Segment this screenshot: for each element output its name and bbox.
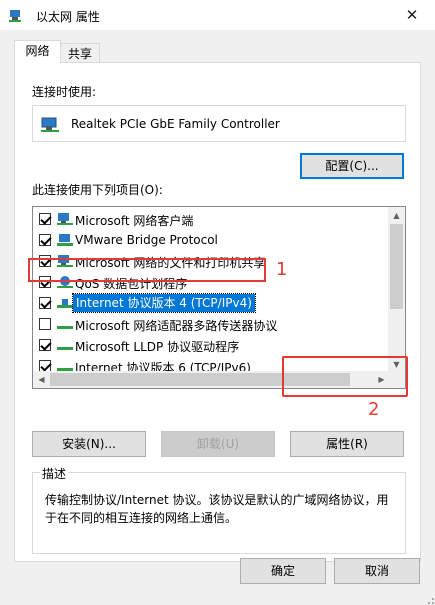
description-title: 描述 [40, 465, 69, 482]
list-item[interactable]: Microsoft 网络适配器多路传送器协议 [33, 314, 383, 335]
items-label: 此连接使用下列项目(O): [32, 183, 163, 197]
item-label: Internet 协议版本 4 (TCP/IPv4) [72, 293, 256, 313]
vertical-scrollbar[interactable]: ▲ ▼ [388, 207, 405, 373]
protocol-icon [57, 326, 73, 329]
annotation-highlight-2 [282, 356, 408, 397]
network-client-icon [57, 213, 73, 225]
connect-using-label: 连接时使用: [32, 85, 97, 99]
configure-button[interactable]: 配置(C)... [300, 153, 404, 179]
vertical-scroll-thumb[interactable] [390, 224, 403, 309]
annotation-number-2: 2 [368, 399, 380, 420]
list-item[interactable]: VMware Bridge Protocol [33, 230, 383, 251]
protocol-icon [57, 234, 73, 246]
protocol-icon [57, 347, 73, 350]
title-bar: 以太网 属性 ✕ [0, 0, 435, 31]
tab-share[interactable]: 共享 [60, 43, 100, 64]
network-adapter-icon [41, 117, 59, 132]
item-label: VMware Bridge Protocol [75, 233, 218, 247]
ok-button[interactable]: 确定 [240, 558, 326, 584]
description-text: 传输控制协议/Internet 协议。该协议是默认的广域网络协议，用于在不同的相… [45, 493, 389, 525]
scroll-up-icon[interactable]: ▲ [388, 207, 405, 224]
item-label: Microsoft 网络客户端 [75, 214, 194, 228]
protocol-icon [57, 299, 73, 308]
item-checkbox[interactable] [39, 297, 51, 309]
network-adapter-icon [9, 10, 21, 22]
properties-button[interactable]: 属性(R) [290, 431, 404, 457]
tab-network[interactable]: 网络 [14, 40, 61, 63]
item-checkbox[interactable] [39, 339, 51, 351]
annotation-highlight-1 [28, 258, 266, 282]
item-checkbox[interactable] [39, 234, 51, 246]
item-checkbox[interactable] [39, 213, 51, 225]
list-item[interactable]: Microsoft LLDP 协议驱动程序 [33, 335, 383, 356]
item-checkbox[interactable] [39, 318, 51, 330]
close-button[interactable]: ✕ [389, 0, 435, 31]
scroll-left-icon[interactable]: ◀ [33, 371, 50, 388]
adapter-name: Realtek PCIe GbE Family Controller [71, 117, 280, 131]
window-title: 以太网 属性 [36, 10, 100, 24]
list-item[interactable]: Microsoft 网络客户端 [33, 209, 383, 230]
annotation-number-1: 1 [276, 259, 288, 280]
item-label: Microsoft LLDP 协议驱动程序 [75, 340, 240, 354]
adapter-field: Realtek PCIe GbE Family Controller [32, 105, 406, 142]
item-label: Microsoft 网络适配器多路传送器协议 [75, 319, 278, 333]
description-group: 描述 传输控制协议/Internet 协议。该协议是默认的广域网络协议，用于在不… [32, 465, 406, 554]
list-item-selected[interactable]: Internet 协议版本 4 (TCP/IPv4) [33, 293, 383, 314]
tab-panel-network: 连接时使用: Realtek PCIe GbE Family Controlle… [14, 62, 421, 562]
install-button[interactable]: 安装(N)... [32, 431, 146, 457]
dialog-body: 共享 网络 连接时使用: Realtek PCIe GbE Family Con… [0, 31, 435, 605]
uninstall-button[interactable]: 卸载(U) [161, 431, 275, 457]
resize-grip-icon[interactable] [423, 593, 435, 605]
cancel-button[interactable]: 取消 [334, 558, 420, 584]
